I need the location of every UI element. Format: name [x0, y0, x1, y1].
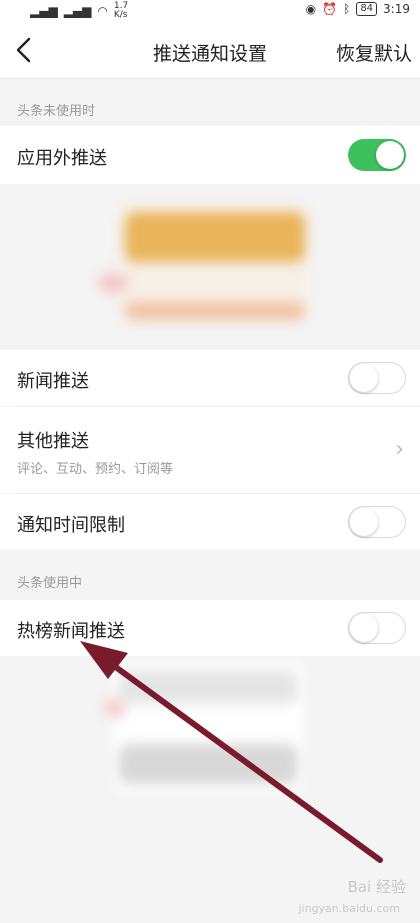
annotation-arrow-icon [80, 641, 383, 863]
baidu-watermark: Bai 经验 [347, 878, 406, 896]
baidu-watermark-url: jingyan.baidu.com [298, 902, 400, 915]
